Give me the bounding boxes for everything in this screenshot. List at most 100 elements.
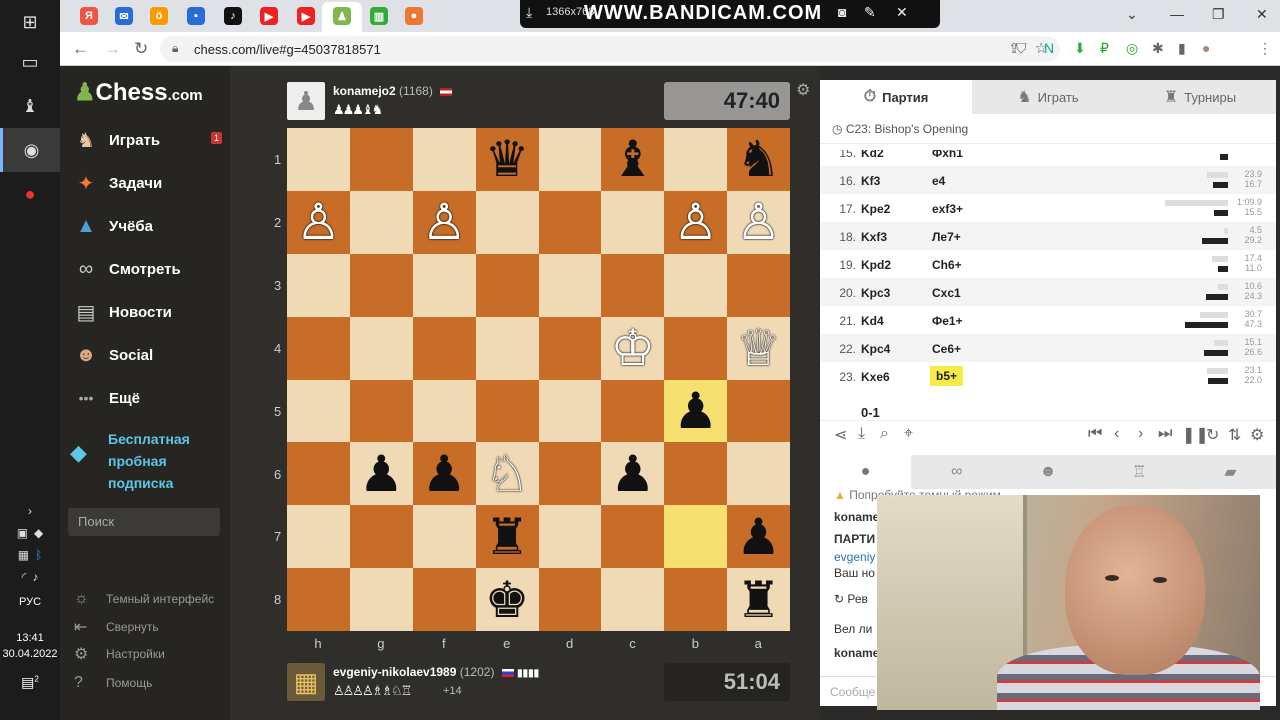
board-square[interactable] — [475, 253, 539, 317]
board-square[interactable]: ♟ — [601, 442, 665, 506]
tray-window-icon[interactable]: ▦ — [18, 548, 29, 562]
board-square[interactable] — [538, 190, 602, 254]
chess-piece[interactable]: ♙ — [736, 197, 781, 247]
notification-icon[interactable]: ▤2 — [0, 674, 60, 691]
board-square[interactable]: ♜ — [475, 505, 539, 569]
bluetooth-icon[interactable]: ᛒ — [35, 548, 42, 562]
tray-app-icon[interactable]: ▣ — [17, 526, 28, 540]
sidebar-item-news[interactable]: ▤ Новости — [60, 294, 230, 330]
white-move[interactable]: Kpe2 — [861, 202, 890, 216]
url-field[interactable]: 🔒︎ chess.com/live#g=45037818571 ⇪ ☆ — [160, 36, 1060, 62]
chrome-icon[interactable]: ◉ — [0, 128, 60, 172]
n-ext-icon[interactable]: N — [1044, 40, 1054, 56]
board-square[interactable] — [664, 128, 728, 191]
board-square[interactable]: ♜ — [727, 568, 790, 631]
black-move[interactable]: exf3+ — [932, 202, 963, 216]
board-square[interactable] — [601, 253, 665, 317]
board-square[interactable] — [412, 379, 476, 443]
board-square[interactable] — [287, 253, 350, 317]
tab-youtube-icon[interactable]: ▶ — [260, 7, 278, 25]
chess-piece[interactable]: ♟ — [736, 512, 781, 562]
tray-language[interactable]: РУС — [0, 596, 60, 608]
board-square[interactable] — [287, 505, 350, 569]
board-square[interactable] — [664, 505, 728, 569]
board-square[interactable] — [538, 568, 602, 631]
board-square[interactable] — [475, 316, 539, 380]
flip-board-icon[interactable]: ⇅ — [1228, 425, 1241, 445]
chess-piece[interactable]: ♟ — [673, 386, 718, 436]
tab-pumpkin-icon[interactable]: ● — [405, 7, 423, 25]
download-icon[interactable]: ⤓ — [858, 425, 865, 443]
board-square[interactable]: ♙ — [664, 190, 728, 254]
tray-antivirus-icon[interactable]: ◆ — [34, 526, 43, 540]
share-game-icon[interactable]: ⋖ — [834, 425, 847, 445]
board-square[interactable] — [287, 442, 350, 506]
tab-mail-icon[interactable]: ✉ — [115, 7, 133, 25]
maximize-icon[interactable]: ❐ — [1212, 6, 1225, 23]
board-square[interactable]: ♘ — [475, 442, 539, 506]
chess-piece[interactable]: ♛ — [485, 134, 530, 184]
board-square[interactable] — [412, 128, 476, 191]
board-square[interactable] — [664, 442, 728, 506]
board-square[interactable] — [349, 379, 413, 443]
black-move[interactable]: Фxh1 — [932, 150, 963, 160]
board-square[interactable]: ♙ — [727, 190, 790, 254]
chess-board[interactable]: ♛ ♝ ♞ ♙ ♙ ♙ ♙ ♔ ♕ ♟ ♟ ♟ ♘ ♟ ♜ ♟ ♚ ♜ — [287, 128, 790, 631]
chess-piece[interactable]: ♟ — [422, 449, 467, 499]
pause-icon[interactable]: ❚❚ — [1182, 425, 1209, 445]
board-square[interactable] — [475, 379, 539, 443]
top-player-avatar[interactable]: ♟ — [287, 82, 325, 120]
white-move[interactable]: Kpd2 — [861, 258, 891, 272]
board-square[interactable] — [287, 316, 350, 380]
sidebar-search-input[interactable]: Поиск — [68, 508, 220, 536]
board-square[interactable] — [287, 128, 350, 191]
camera-icon[interactable]: ◙ — [838, 4, 846, 20]
window-close-icon[interactable]: ✕ — [1256, 6, 1268, 23]
chess-piece[interactable]: ♙ — [422, 197, 467, 247]
opening-name[interactable]: ◷ C23: Bishop's Opening — [820, 114, 1276, 144]
tab-search-icon[interactable]: ⌄ — [1126, 6, 1138, 23]
spectate-tab[interactable]: ∞ — [911, 455, 1002, 489]
reload-icon[interactable]: ↻ — [134, 39, 148, 59]
black-move[interactable]: Се6+ — [932, 342, 961, 356]
sidebar-item-play[interactable]: ♞ Играть 1 — [60, 122, 230, 158]
collapse-button[interactable]: ⇤ Свернуть — [74, 616, 159, 638]
board-square[interactable] — [412, 568, 476, 631]
next-move-icon[interactable]: › — [1138, 425, 1143, 443]
board-settings-icon[interactable]: ⚙ — [796, 80, 810, 100]
sidebar-item-puzzles[interactable]: ✦ Задачи — [60, 165, 230, 201]
club-tab[interactable]: ♖ — [1094, 455, 1185, 489]
chess-piece[interactable]: ♞ — [736, 134, 781, 184]
bottom-player-name[interactable]: evgeniy-nikolaev1989 — [333, 665, 456, 679]
board-square[interactable] — [538, 505, 602, 569]
tab-youtube2-icon[interactable]: ▶ — [297, 7, 315, 25]
extensions-icon[interactable]: ✱ — [1152, 40, 1164, 57]
board-square[interactable] — [349, 316, 413, 380]
board-square[interactable] — [349, 505, 413, 569]
board-square[interactable]: ♞ — [727, 128, 790, 191]
wifi-icon[interactable]: ◜ — [22, 570, 27, 584]
chat-line[interactable]: evgeniy — [834, 550, 875, 564]
first-move-icon[interactable]: ⏮ — [1088, 425, 1102, 443]
pin-icon[interactable]: ⤓ — [526, 4, 532, 21]
chess-piece[interactable]: ♟ — [359, 449, 404, 499]
chess-piece[interactable]: ♘ — [485, 449, 530, 499]
board-square[interactable] — [727, 379, 790, 443]
black-move[interactable]: Ле7+ — [932, 230, 961, 244]
windows-start-icon[interactable]: ⊞ — [0, 0, 60, 44]
rematch-icon[interactable]: ↻ — [1206, 425, 1219, 445]
board-square[interactable] — [538, 379, 602, 443]
board-square[interactable] — [727, 253, 790, 317]
volume-icon[interactable]: ♪ — [32, 570, 38, 584]
events-tab[interactable]: ▰ — [1185, 455, 1276, 489]
chess-piece[interactable]: ♙ — [673, 197, 718, 247]
record-icon[interactable]: ● — [0, 172, 60, 216]
board-square[interactable]: ♟ — [412, 442, 476, 506]
minimize-icon[interactable]: — — [1170, 6, 1184, 22]
analysis-icon[interactable]: ⌕ — [880, 425, 889, 443]
black-move[interactable]: b5+ — [930, 366, 964, 386]
board-square[interactable]: ♟ — [349, 442, 413, 506]
tab-yandex-icon[interactable]: Я — [80, 7, 98, 25]
white-move[interactable]: Kxf3 — [861, 230, 887, 244]
panel-settings-icon[interactable]: ⚙ — [1250, 425, 1264, 445]
